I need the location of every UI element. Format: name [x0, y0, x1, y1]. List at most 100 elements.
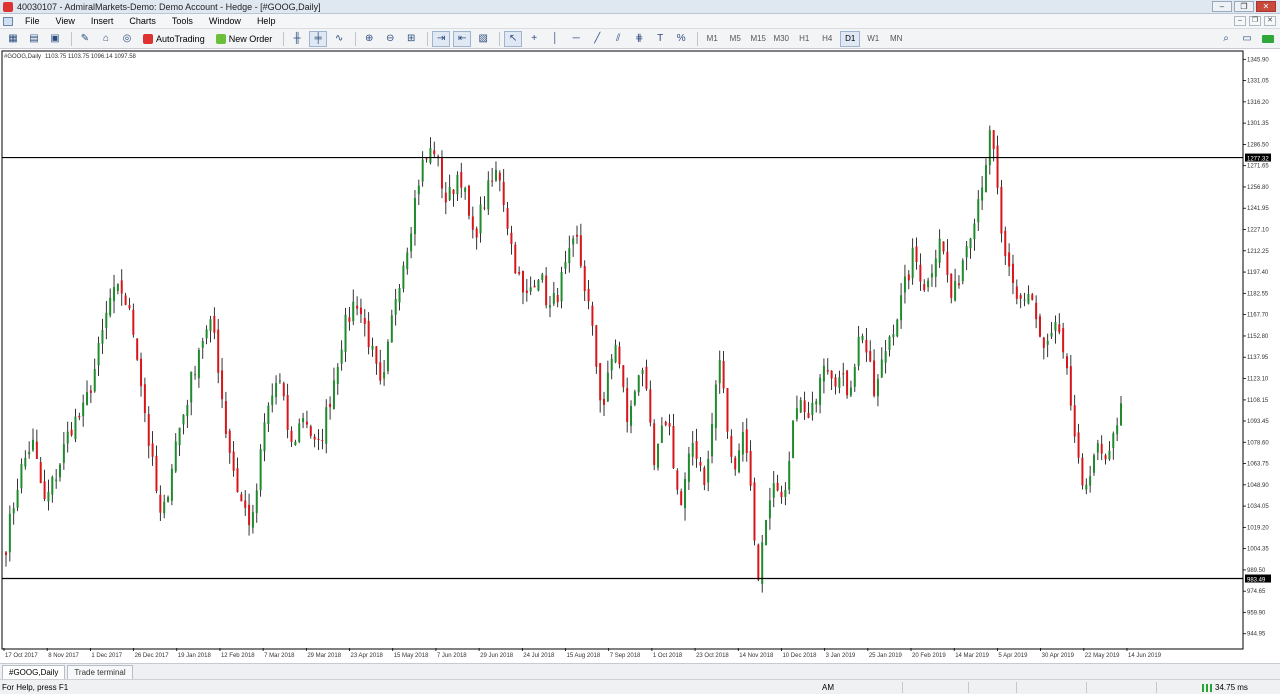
candle-body [1008, 252, 1011, 267]
new-order-label: New Order [228, 33, 273, 44]
status-divider [902, 682, 903, 693]
mdi-minimize-button[interactable]: – [1234, 16, 1246, 26]
price-chart[interactable]: 1277.32 983.49 944.95 959.90 974.65 989.50 10… [0, 50, 1280, 662]
candle-body [228, 430, 231, 453]
document-icon[interactable] [3, 16, 13, 26]
equidistant-channel-icon[interactable]: ⫽ [609, 31, 627, 47]
timeframe-h1[interactable]: H1 [794, 31, 814, 47]
menu-charts[interactable]: Charts [121, 16, 164, 26]
candle-body [857, 336, 860, 366]
menu-window[interactable]: Window [201, 16, 249, 26]
candle-body [1116, 425, 1119, 435]
x-tick-label: 20 Feb 2019 [912, 653, 946, 659]
candle-body [973, 223, 976, 240]
connection-status[interactable]: 34.75 ms [1202, 683, 1248, 692]
crosshair-icon[interactable]: + [525, 31, 543, 47]
candle-body [954, 281, 957, 301]
timeframe-h4[interactable]: H4 [817, 31, 837, 47]
navigator-icon[interactable]: ✎ [76, 31, 94, 47]
menu-tools[interactable]: Tools [164, 16, 201, 26]
timeframe-m15[interactable]: M15 [748, 31, 768, 47]
timeframe-w1[interactable]: W1 [863, 31, 883, 47]
timeframe-m30[interactable]: M30 [771, 31, 791, 47]
tile-windows-icon[interactable]: ⊞ [402, 31, 420, 47]
horizontal-line-icon[interactable]: ─ [567, 31, 585, 47]
vertical-line-icon[interactable]: │ [546, 31, 564, 47]
mdi-close-button[interactable]: ✕ [1264, 16, 1276, 26]
candle-body [942, 241, 945, 252]
trendline-icon[interactable]: ╱ [588, 31, 606, 47]
candle-body [849, 387, 852, 396]
candle-body [792, 420, 795, 458]
autotrading-button[interactable]: AutoTrading [139, 31, 209, 47]
candle-body [637, 375, 640, 393]
candle-body [722, 360, 725, 389]
line-chart-icon[interactable]: ∿ [330, 31, 348, 47]
candlestick-icon[interactable]: ╪ [309, 30, 328, 47]
strategy-tester-icon[interactable]: ◎ [118, 31, 136, 47]
maximize-button[interactable]: ❐ [1234, 1, 1254, 12]
timeframe-mn[interactable]: MN [886, 31, 906, 47]
bar-chart-icon[interactable]: ╫ [288, 31, 306, 47]
candle-body [1073, 405, 1076, 437]
new-order-icon [215, 33, 226, 44]
search-icon[interactable]: ⌕ [1217, 31, 1235, 47]
mdi-restore-button[interactable]: ❐ [1249, 16, 1261, 26]
y-tick-label: 1271.65 [1247, 164, 1269, 170]
chart-shift-icon[interactable]: ⇤ [453, 30, 472, 47]
timeframe-m1[interactable]: M1 [702, 31, 722, 47]
fibonacci-icon[interactable]: ⋕ [630, 31, 648, 47]
auto-scroll-icon[interactable]: ⇥ [432, 30, 451, 47]
candle-body [82, 402, 85, 417]
candle-body [32, 439, 35, 451]
menu-insert[interactable]: Insert [83, 16, 122, 26]
candle-body [807, 412, 810, 418]
chat-icon[interactable]: ▭ [1238, 31, 1256, 47]
cursor-icon[interactable]: ↖ [504, 30, 523, 47]
timeframe-m5[interactable]: M5 [725, 31, 745, 47]
profiles-icon[interactable]: ▤ [25, 31, 43, 47]
candle-body [340, 349, 343, 364]
candle-body [383, 372, 386, 379]
market-watch-icon[interactable]: ▣ [46, 31, 64, 47]
candle-body [1023, 299, 1026, 301]
candle-body [896, 319, 899, 337]
candle-body [86, 392, 89, 405]
shapes-icon[interactable]: % [672, 31, 690, 47]
zoom-in-icon[interactable]: ⊕ [360, 31, 378, 47]
new-order-button[interactable]: New Order [212, 31, 277, 47]
candle-body [884, 351, 887, 363]
candle-body [1077, 432, 1080, 458]
candle-body [221, 370, 224, 400]
menu-view[interactable]: View [48, 16, 83, 26]
candle-body [1031, 294, 1034, 300]
candle-body [55, 479, 58, 482]
toolbar-divider [355, 31, 357, 46]
candle-body [861, 335, 864, 341]
candle-body [47, 491, 50, 502]
indicators-icon[interactable]: ▧ [474, 31, 492, 47]
signal-icon[interactable] [1259, 31, 1277, 47]
close-button[interactable]: ✕ [1256, 1, 1276, 12]
zoom-out-icon[interactable]: ⊖ [381, 31, 399, 47]
tab-goog-daily[interactable]: #GOOG,Daily [2, 665, 66, 679]
candle-body [576, 234, 579, 237]
candle-body [186, 405, 189, 417]
x-tick-label: 12 Feb 2018 [221, 653, 255, 659]
candle-body [1015, 286, 1018, 299]
chart-window[interactable]: 1277.32 983.49 944.95 959.90 974.65 989.50 10… [0, 50, 1280, 662]
new-chart-icon[interactable]: ▦ [4, 31, 22, 47]
terminal-icon[interactable]: ⌂ [97, 31, 115, 47]
menu-help[interactable]: Help [249, 16, 284, 26]
timeframe-d1[interactable]: D1 [840, 30, 861, 47]
candle-body [159, 494, 162, 513]
text-icon[interactable]: T [651, 31, 669, 47]
candle-body [529, 287, 532, 292]
menu-file[interactable]: File [17, 16, 48, 26]
tab-trade-terminal[interactable]: Trade terminal [67, 665, 133, 679]
candle-body [74, 416, 77, 440]
candle-body [232, 451, 235, 471]
y-tick-label: 1286.50 [1247, 142, 1269, 148]
minimize-button[interactable]: – [1212, 1, 1232, 12]
candle-body [919, 264, 922, 282]
